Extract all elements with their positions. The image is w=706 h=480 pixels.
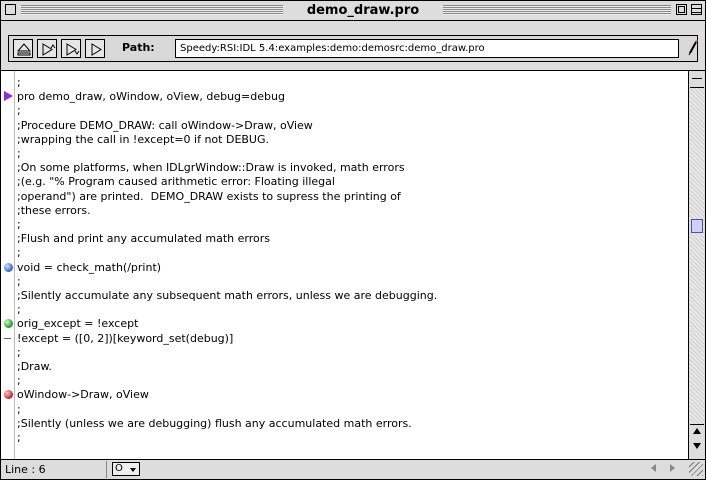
collapse-box-icon[interactable] [691, 4, 702, 15]
code-line[interactable]: ;Draw. [17, 360, 52, 373]
code-line[interactable]: ; [17, 303, 21, 316]
code-line[interactable]: ;(e.g. "% Program caused arithmetic erro… [17, 175, 335, 188]
code-line[interactable]: ; [17, 76, 21, 89]
code-line[interactable]: oWindow->Draw, oView [17, 388, 149, 401]
step-into-icon [42, 43, 56, 56]
breakpoint-green-icon[interactable] [4, 319, 13, 329]
breakpoint-red-icon[interactable] [4, 390, 13, 400]
code-line[interactable]: ;these errors. [17, 204, 91, 217]
status-divider [106, 461, 107, 478]
breakpoint-gutter[interactable] [1, 71, 15, 459]
code-line[interactable]: orig_except = !except [17, 317, 138, 330]
step-over-button[interactable] [61, 39, 81, 58]
title-stripes-right [443, 5, 671, 15]
eject-button[interactable] [13, 39, 33, 58]
code-line[interactable]: ;wrapping the call in !except=0 if not D… [17, 133, 269, 146]
function-popup[interactable]: O [112, 462, 140, 476]
code-line[interactable]: ; [17, 374, 21, 387]
pencil-button[interactable] [687, 39, 699, 56]
breakpoint-blue-icon[interactable] [4, 262, 13, 272]
code-line[interactable]: ; [17, 275, 21, 288]
scroll-right-icon[interactable] [670, 464, 675, 472]
current-line-arrow-icon[interactable] [4, 91, 13, 102]
scroll-track[interactable] [690, 87, 704, 425]
step-into-button[interactable] [37, 39, 57, 58]
run-button[interactable] [85, 39, 105, 58]
code-line[interactable]: ;Procedure DEMO_DRAW: call oWindow->Draw… [17, 119, 313, 132]
path-label: Path: [122, 41, 155, 54]
status-bar: Line : 6 O [1, 459, 705, 479]
code-line[interactable]: ; [17, 431, 21, 444]
code-line[interactable]: ; [17, 346, 21, 359]
toolbar: Path: Speedy:RSI:IDL 5.4:examples:demo:d… [1, 21, 705, 71]
title-bar[interactable]: demo_draw.pro [1, 1, 705, 21]
run-icon [91, 43, 102, 56]
title-stripes-left [21, 5, 283, 15]
scroll-up-icon[interactable] [693, 428, 701, 434]
step-over-icon [66, 43, 80, 56]
scroll-down-icon[interactable] [693, 443, 701, 449]
close-box-icon[interactable] [5, 4, 16, 15]
code-line[interactable]: ; [17, 403, 21, 416]
code-line[interactable]: ; [17, 104, 21, 117]
code-line[interactable]: ;operand") are printed. DEMO_DRAW exists… [17, 190, 401, 203]
resize-grip-icon[interactable] [689, 462, 703, 476]
code-editor[interactable]: ; pro demo_draw, oWindow, oView, debug=de… [1, 71, 689, 459]
pencil-icon [688, 39, 698, 56]
code-line[interactable]: void = check_math(/print) [17, 261, 161, 274]
scroll-left-icon[interactable] [651, 464, 656, 472]
code-line[interactable]: !except = ([0, 2])[keyword_set(debug)] [17, 332, 233, 345]
code-line[interactable]: ;Silently (unless we are debugging) flus… [17, 417, 412, 430]
path-field[interactable]: Speedy:RSI:IDL 5.4:examples:demo:demosrc… [175, 39, 679, 58]
code-line[interactable]: ;Silently accumulate any subsequent math… [17, 289, 437, 302]
code-line[interactable]: ; [17, 218, 21, 231]
line-dash-icon[interactable] [4, 337, 11, 339]
split-handle-icon[interactable] [692, 78, 702, 79]
code-line[interactable]: ; [17, 246, 21, 259]
code-line[interactable]: ;On some platforms, when IDLgrWindow::Dr… [17, 161, 405, 174]
scroll-thumb[interactable] [691, 219, 703, 233]
eject-icon [16, 43, 32, 56]
vertical-scrollbar[interactable] [689, 71, 705, 459]
window-title: demo_draw.pro [283, 2, 443, 19]
toolbar-panel: Path: Speedy:RSI:IDL 5.4:examples:demo:d… [8, 35, 698, 62]
code-line[interactable]: ;Flush and print any accumulated math er… [17, 232, 270, 245]
code-line[interactable]: ; [17, 147, 21, 160]
code-line[interactable]: pro demo_draw, oWindow, oView, debug=deb… [17, 90, 285, 103]
editor-window: demo_draw.pro Path: Speedy:RSI:IDL 5.4:e… [0, 0, 706, 480]
zoom-box-icon[interactable] [676, 4, 687, 15]
line-indicator: Line : 6 [5, 463, 46, 476]
